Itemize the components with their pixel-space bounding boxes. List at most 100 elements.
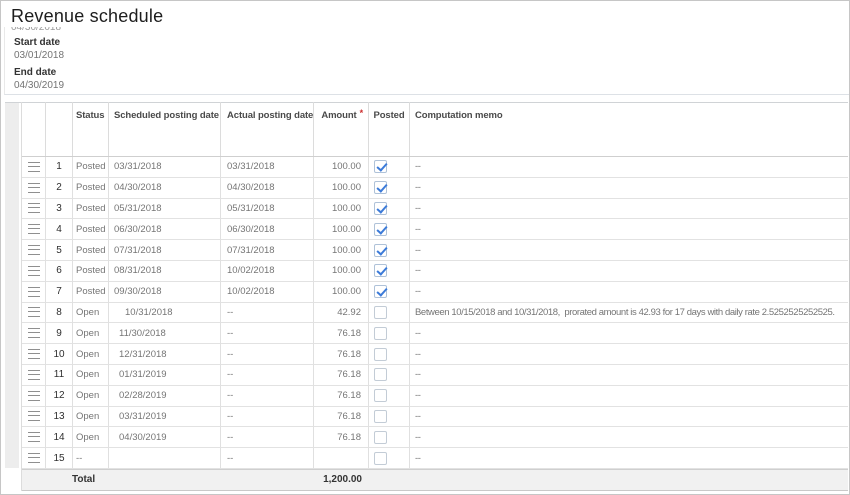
drag-handle-icon[interactable] (28, 453, 40, 463)
posted-cell (369, 199, 410, 220)
amount-cell[interactable]: 76.18 (314, 386, 369, 407)
scheduled-posting-date-cell[interactable]: 10/31/2018 (109, 303, 221, 324)
posted-cell (369, 219, 410, 240)
status-cell: Posted (73, 157, 109, 178)
row-select-gutter (5, 103, 19, 468)
computation-memo-cell: Between 10/15/2018 and 10/31/2018, prora… (410, 303, 848, 324)
drag-handle-icon[interactable] (28, 245, 40, 255)
posted-checkbox[interactable] (374, 160, 387, 173)
posted-checkbox[interactable] (374, 202, 387, 215)
actual-posting-date-cell: -- (221, 344, 314, 365)
posted-checkbox[interactable] (374, 285, 387, 298)
scheduled-posting-date-cell[interactable]: 02/28/2019 (109, 386, 221, 407)
amount-cell (314, 448, 369, 469)
actual-posting-date-cell: -- (221, 365, 314, 386)
computation-memo-cell: -- (410, 282, 848, 303)
posted-cell (369, 178, 410, 199)
drag-cell (22, 261, 46, 282)
drag-handle-icon[interactable] (28, 203, 40, 213)
status-cell: Open (73, 365, 109, 386)
actual-posting-date-cell: -- (221, 427, 314, 448)
posted-cell (369, 344, 410, 365)
row-number: 3 (46, 199, 73, 220)
row-number: 12 (46, 386, 73, 407)
drag-handle-icon[interactable] (28, 328, 40, 338)
table-row: 2Posted04/30/201804/30/2018100.00-- (22, 178, 848, 199)
scheduled-posting-date-cell[interactable]: 03/31/2019 (109, 407, 221, 428)
drag-handle-icon[interactable] (28, 307, 40, 317)
table-row: 5Posted07/31/201807/31/2018100.00-- (22, 240, 848, 261)
drag-handle-icon[interactable] (28, 370, 40, 380)
drag-handle-icon[interactable] (28, 349, 40, 359)
table-row: 13Open03/31/2019--76.18-- (22, 407, 848, 428)
amount-cell[interactable]: 76.18 (314, 365, 369, 386)
computation-memo-cell: -- (410, 407, 848, 428)
posted-checkbox[interactable] (374, 181, 387, 194)
amount-cell: 100.00 (314, 178, 369, 199)
drag-cell (22, 219, 46, 240)
drag-handle-icon[interactable] (28, 432, 40, 442)
row-number: 1 (46, 157, 73, 178)
table-header-row: Status Scheduled posting date Actual pos… (22, 102, 848, 157)
scheduled-posting-date-cell[interactable]: 12/31/2018 (109, 344, 221, 365)
drag-handle-icon[interactable] (28, 224, 40, 234)
header-posted: Posted (369, 102, 410, 156)
scheduled-posting-date-cell[interactable]: 11/30/2018 (109, 323, 221, 344)
posted-checkbox[interactable] (374, 389, 387, 402)
amount-cell[interactable]: 76.18 (314, 323, 369, 344)
amount-cell[interactable]: 76.18 (314, 427, 369, 448)
scheduled-posting-date-cell[interactable]: 01/31/2019 (109, 365, 221, 386)
posted-checkbox[interactable] (374, 264, 387, 277)
total-row: Total 1,200.00 (22, 469, 848, 491)
posted-cell (369, 157, 410, 178)
header-number-column (46, 102, 73, 156)
total-label: Total (72, 470, 95, 490)
amount-cell[interactable]: 76.18 (314, 344, 369, 365)
posted-cell (369, 386, 410, 407)
total-amount: 1,200.00 (314, 470, 369, 490)
amount-cell: 100.00 (314, 219, 369, 240)
drag-handle-icon[interactable] (28, 391, 40, 401)
actual-posting-date-cell: 06/30/2018 (221, 219, 314, 240)
amount-cell[interactable]: 76.18 (314, 407, 369, 428)
header-amount: Amount* (314, 102, 369, 156)
row-number: 14 (46, 427, 73, 448)
drag-cell (22, 427, 46, 448)
amount-cell[interactable]: 42.92 (314, 303, 369, 324)
drag-handle-icon[interactable] (28, 287, 40, 297)
posted-cell (369, 323, 410, 344)
scheduled-posting-date-cell[interactable]: 04/30/2019 (109, 427, 221, 448)
status-cell: Posted (73, 240, 109, 261)
revenue-schedule-window: Revenue schedule 04/30/2018 Start date 0… (0, 0, 850, 495)
drag-cell (22, 407, 46, 428)
posted-checkbox[interactable] (374, 244, 387, 257)
posted-checkbox[interactable] (374, 348, 387, 361)
posted-checkbox[interactable] (374, 452, 387, 465)
drag-handle-icon[interactable] (28, 411, 40, 421)
drag-handle-icon[interactable] (28, 183, 40, 193)
posted-checkbox[interactable] (374, 368, 387, 381)
posted-cell (369, 427, 410, 448)
drag-cell (22, 199, 46, 220)
posted-checkbox[interactable] (374, 306, 387, 319)
row-number: 5 (46, 240, 73, 261)
status-cell: Posted (73, 178, 109, 199)
drag-handle-icon[interactable] (28, 266, 40, 276)
posted-checkbox[interactable] (374, 327, 387, 340)
status-cell: Posted (73, 261, 109, 282)
table-row: 7Posted09/30/201810/02/2018100.00-- (22, 282, 848, 303)
drag-cell (22, 323, 46, 344)
end-date-value: 04/30/2019 (14, 80, 64, 91)
table-row: 6Posted08/31/201810/02/2018100.00-- (22, 261, 848, 282)
posted-cell (369, 240, 410, 261)
actual-posting-date-cell: -- (221, 386, 314, 407)
table-row: 10Open12/31/2018--76.18-- (22, 344, 848, 365)
posted-checkbox[interactable] (374, 223, 387, 236)
actual-posting-date-cell: 04/30/2018 (221, 178, 314, 199)
row-number: 8 (46, 303, 73, 324)
posted-checkbox[interactable] (374, 431, 387, 444)
posted-checkbox[interactable] (374, 410, 387, 423)
start-date-label: Start date (14, 37, 60, 48)
drag-handle-icon[interactable] (28, 162, 40, 172)
posted-cell (369, 407, 410, 428)
